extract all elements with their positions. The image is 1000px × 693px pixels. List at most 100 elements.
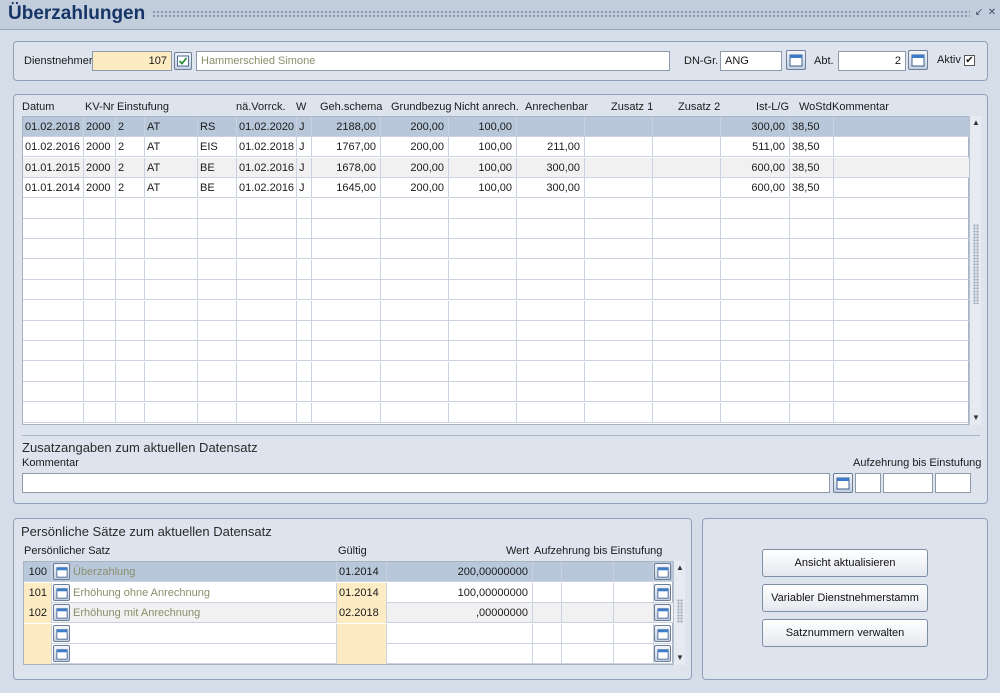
table-cell-anrechenbar[interactable]: [517, 341, 585, 362]
table-cell-e3[interactable]: [198, 300, 237, 321]
table-cell-w[interactable]: [297, 239, 312, 260]
table-cell-datum[interactable]: [23, 219, 84, 239]
table-cell-kvnr[interactable]: [84, 280, 116, 301]
minimize-icon[interactable]: ↙: [974, 8, 984, 18]
table-cell-e2[interactable]: AT: [145, 157, 198, 178]
personal-rate-row[interactable]: 102 Erhöhung mit Anrechnung 02.2018,000000…: [24, 603, 674, 624]
table-cell-zusatz2[interactable]: [653, 280, 721, 301]
table-cell-datum[interactable]: 01.02.2018: [23, 117, 84, 137]
table-cell-e3[interactable]: [198, 382, 237, 403]
table-cell-w[interactable]: J: [297, 137, 312, 158]
consume-lookup-button[interactable]: [654, 583, 671, 601]
table-cell-e2[interactable]: [145, 361, 198, 382]
table-cell-vorrueck[interactable]: [237, 300, 297, 321]
dn-group-lookup-button[interactable]: [786, 50, 806, 70]
table-cell-nichtanrech[interactable]: [449, 280, 517, 301]
table-cell-e2[interactable]: [145, 219, 198, 239]
table-cell-zusatz2[interactable]: [653, 198, 721, 219]
table-cell-istlg[interactable]: 600,00: [721, 178, 790, 199]
col-header-kvnr[interactable]: KV-Nr: [85, 101, 114, 113]
table-cell-wostd[interactable]: 38,50: [790, 157, 834, 178]
table-cell-datum[interactable]: [23, 341, 84, 362]
table-cell-nichtanrech[interactable]: [449, 219, 517, 239]
table-cell-kvnr[interactable]: [84, 198, 116, 219]
personal-cell-nr[interactable]: 101: [24, 582, 52, 603]
table-cell-e1[interactable]: [116, 239, 145, 260]
table-cell-anrechenbar[interactable]: [517, 382, 585, 403]
table-cell-zusatz2[interactable]: [653, 300, 721, 321]
table-cell-e2[interactable]: [145, 239, 198, 260]
table-cell-datum[interactable]: [23, 198, 84, 219]
personal-cell-nr[interactable]: 102: [24, 603, 52, 624]
table-cell-e1[interactable]: [116, 402, 145, 423]
table-cell-kommentar[interactable]: [834, 402, 970, 423]
personal-cell-nr[interactable]: 100: [24, 562, 52, 582]
col-header-kommentar[interactable]: Kommentar: [832, 101, 889, 113]
variable-master-button[interactable]: Variabler Dienstnehmerstamm: [762, 584, 928, 612]
table-cell-nichtanrech[interactable]: [449, 259, 517, 280]
table-cell-gehschema[interactable]: 1767,00: [312, 137, 381, 158]
table-cell-e3[interactable]: [198, 239, 237, 260]
table-cell-gehschema[interactable]: 2188,00: [312, 117, 381, 137]
table-cell-kvnr[interactable]: [84, 341, 116, 362]
table-cell-e2[interactable]: [145, 259, 198, 280]
personal-cell-name[interactable]: [71, 623, 337, 644]
col-header-grundbezug[interactable]: Grundbezug: [391, 101, 452, 113]
rate-lookup-button[interactable]: [53, 563, 70, 580]
table-cell-kvnr[interactable]: [84, 219, 116, 239]
rate-lookup-button[interactable]: [53, 583, 70, 601]
table-cell-wostd[interactable]: [790, 361, 834, 382]
personal-cell-gueltig[interactable]: 01.2014: [337, 562, 387, 582]
personal-cell-name[interactable]: Überzahlung: [71, 562, 337, 582]
table-cell-gehschema[interactable]: [312, 300, 381, 321]
table-cell-kommentar[interactable]: [834, 219, 970, 239]
col-header-gehschema[interactable]: Geh.schema: [320, 101, 382, 113]
personal-cell-a1[interactable]: [533, 623, 562, 644]
personal-cell-wert[interactable]: 100,00000000: [387, 582, 533, 603]
table-cell-kommentar[interactable]: [834, 239, 970, 260]
col-header-vorrueckung[interactable]: nä.Vorrck.: [236, 101, 286, 113]
table-cell-zusatz2[interactable]: [653, 178, 721, 199]
table-cell-datum[interactable]: [23, 321, 84, 341]
table-cell-e3[interactable]: [198, 402, 237, 423]
table-cell-gehschema[interactable]: [312, 198, 381, 219]
consume-lookup-button[interactable]: [654, 563, 671, 580]
table-cell-e3[interactable]: [198, 259, 237, 280]
table-cell-e1[interactable]: [116, 198, 145, 219]
table-cell-istlg[interactable]: [721, 402, 790, 423]
table-cell-zusatz1[interactable]: [585, 198, 653, 219]
table-cell-zusatz2[interactable]: [653, 402, 721, 423]
table-cell-w[interactable]: [297, 341, 312, 362]
table-cell-nichtanrech[interactable]: [449, 198, 517, 219]
table-cell-grundbezug[interactable]: [381, 259, 449, 280]
table-row[interactable]: [23, 382, 970, 403]
table-cell-grundbezug[interactable]: 200,00: [381, 137, 449, 158]
table-cell-wostd[interactable]: [790, 341, 834, 362]
col-header-wostd[interactable]: WoStd: [799, 101, 832, 113]
table-cell-e3[interactable]: BE: [198, 178, 237, 199]
col-header-datum[interactable]: Datum: [22, 101, 54, 113]
table-row[interactable]: [23, 280, 970, 301]
personal-cell-name[interactable]: Erhöhung mit Anrechnung: [71, 603, 337, 624]
col-header-zusatz2[interactable]: Zusatz 2: [678, 101, 720, 113]
personal-cell-gueltig[interactable]: [337, 623, 387, 644]
table-cell-nichtanrech[interactable]: [449, 382, 517, 403]
personal-cell-a1[interactable]: [533, 644, 562, 665]
personal-cell-a2[interactable]: [562, 644, 614, 665]
table-cell-kommentar[interactable]: [834, 280, 970, 301]
table-cell-anrechenbar[interactable]: [517, 239, 585, 260]
scroll-thumb[interactable]: [677, 599, 683, 623]
col-header-istlg[interactable]: Ist-L/G: [756, 101, 789, 113]
table-cell-wostd[interactable]: [790, 239, 834, 260]
table-cell-zusatz2[interactable]: [653, 341, 721, 362]
personal-cell-a2[interactable]: [562, 562, 614, 582]
table-cell-zusatz2[interactable]: [653, 219, 721, 239]
table-cell-gehschema[interactable]: [312, 321, 381, 341]
table-cell-anrechenbar[interactable]: 211,00: [517, 137, 585, 158]
table-cell-grundbezug[interactable]: [381, 402, 449, 423]
table-cell-gehschema[interactable]: [312, 219, 381, 239]
table-cell-nichtanrech[interactable]: 100,00: [449, 137, 517, 158]
personal-cell-a3[interactable]: [614, 603, 654, 624]
table-cell-zusatz1[interactable]: [585, 137, 653, 158]
table-cell-nichtanrech[interactable]: [449, 361, 517, 382]
